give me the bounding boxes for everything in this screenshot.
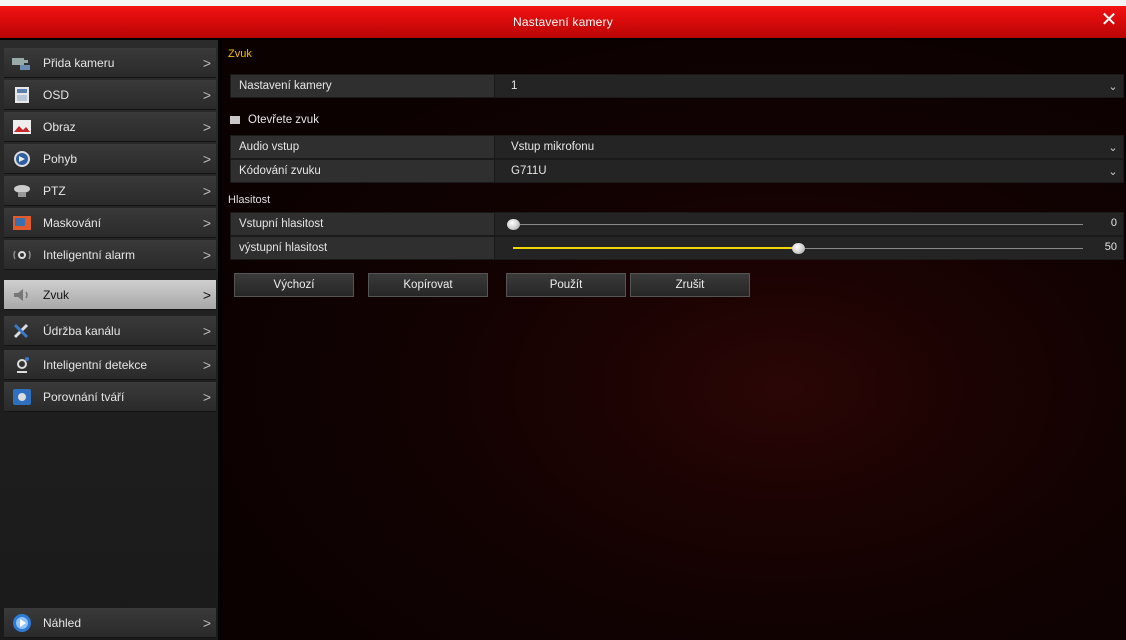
window-title: Nastavení kamery: [513, 15, 613, 29]
section-title: Zvuk: [228, 48, 252, 60]
field-label: Kódování zvuku: [231, 160, 495, 182]
settings-panel: Zvuk Nastavení kamery 1 ⌄ Otevřete zvuk …: [222, 40, 1126, 640]
chevron-right-icon: >: [202, 322, 212, 339]
image-icon: [11, 118, 33, 136]
input-volume-row: Vstupní hlasitost 0: [230, 212, 1124, 236]
sidebar-item-label: OSD: [43, 87, 70, 102]
audio-encoding-row[interactable]: Kódování zvuku G711U ⌄: [230, 159, 1124, 183]
sidebar-item-osd[interactable]: OSD >: [4, 80, 216, 110]
osd-icon: [11, 86, 33, 104]
apply-button[interactable]: Použít: [506, 273, 626, 297]
default-button[interactable]: Výchozí: [234, 273, 354, 297]
camera-select-value[interactable]: 1: [495, 75, 1103, 97]
field-label: výstupní hlasitost: [231, 237, 495, 259]
sidebar-item-intelligent-detection[interactable]: Inteligentní detekce >: [4, 350, 216, 380]
open-audio-label: Otevřete zvuk: [248, 114, 319, 126]
close-icon[interactable]: ✕: [1098, 9, 1120, 31]
sidebar-item-label: Obraz: [43, 119, 76, 134]
volume-section-title: Hlasitost: [228, 194, 271, 206]
speaker-icon: [11, 286, 33, 304]
motion-icon: [11, 150, 33, 168]
chevron-right-icon: >: [202, 286, 212, 303]
chevron-right-icon: >: [202, 86, 212, 103]
output-volume-slider[interactable]: 50: [495, 237, 1123, 259]
sidebar: Přida kameru > OSD > Obraz > Pohyb > PTZ…: [0, 40, 220, 640]
chevron-right-icon: >: [202, 614, 212, 631]
field-label: Audio vstup: [231, 136, 495, 158]
sidebar-item-label: Inteligentní alarm: [43, 247, 136, 262]
sidebar-item-intelligent-alarm[interactable]: Inteligentní alarm >: [4, 240, 216, 270]
preview-icon: [11, 613, 33, 632]
copy-button[interactable]: Kopírovat: [368, 273, 488, 297]
tools-icon: [11, 322, 33, 340]
field-label: Nastavení kamery: [231, 75, 495, 97]
detection-icon: [11, 356, 33, 374]
camera-setting-row[interactable]: Nastavení kamery 1 ⌄: [230, 74, 1124, 98]
input-volume-value: 0: [1110, 217, 1117, 229]
sidebar-item-label: Přida kameru: [43, 55, 115, 70]
sidebar-item-sound[interactable]: Zvuk >: [4, 280, 216, 310]
chevron-down-icon[interactable]: ⌄: [1103, 136, 1123, 158]
sidebar-item-label: Porovnání tváří: [43, 389, 125, 404]
sidebar-item-motion[interactable]: Pohyb >: [4, 144, 216, 174]
sidebar-item-label: Inteligentní detekce: [43, 357, 148, 372]
chevron-right-icon: >: [202, 182, 212, 199]
slider-track: [513, 224, 1083, 225]
open-audio-checkbox[interactable]: [230, 116, 240, 124]
sidebar-item-add-camera[interactable]: Přida kameru >: [4, 48, 216, 78]
chevron-down-icon[interactable]: ⌄: [1103, 75, 1123, 97]
sidebar-item-label: Zvuk: [43, 287, 70, 302]
chevron-down-icon[interactable]: ⌄: [1103, 160, 1123, 182]
audio-encoding-select-value[interactable]: G711U: [495, 160, 1103, 182]
camera-icon: [11, 54, 33, 72]
sidebar-item-label: Náhled: [43, 615, 82, 630]
sidebar-item-label: Pohyb: [43, 151, 78, 166]
sidebar-item-face-comparison[interactable]: Porovnání tváří >: [4, 382, 216, 412]
sidebar-item-masking[interactable]: Maskování >: [4, 208, 216, 238]
open-audio-option[interactable]: Otevřete zvuk: [230, 114, 319, 126]
ptz-icon: [11, 182, 33, 200]
output-volume-value: 50: [1104, 241, 1117, 253]
chevron-right-icon: >: [202, 356, 212, 373]
slider-fill: [513, 247, 798, 249]
sidebar-item-label: Údržba kanálu: [43, 323, 121, 338]
sidebar-item-ptz[interactable]: PTZ >: [4, 176, 216, 206]
sidebar-item-label: PTZ: [43, 183, 66, 198]
sidebar-item-image[interactable]: Obraz >: [4, 112, 216, 142]
cancel-button[interactable]: Zrušit: [630, 273, 750, 297]
chevron-right-icon: >: [202, 246, 212, 263]
slider-knob[interactable]: [507, 219, 520, 230]
audio-input-row[interactable]: Audio vstup Vstup mikrofonu ⌄: [230, 135, 1124, 159]
alarm-icon: [11, 246, 33, 264]
chevron-right-icon: >: [202, 150, 212, 167]
chevron-right-icon: >: [202, 118, 212, 135]
input-volume-slider[interactable]: 0: [495, 213, 1123, 235]
chevron-right-icon: >: [202, 214, 212, 231]
mask-icon: [11, 214, 33, 232]
sidebar-item-preview[interactable]: Náhled >: [4, 608, 216, 638]
output-volume-row: výstupní hlasitost 50: [230, 236, 1124, 260]
sidebar-item-label: Maskování: [43, 215, 102, 230]
slider-knob[interactable]: [792, 243, 805, 254]
audio-input-select-value[interactable]: Vstup mikrofonu: [495, 136, 1103, 158]
title-bar: Nastavení kamery ✕: [0, 6, 1126, 38]
face-icon: [11, 388, 33, 406]
field-label: Vstupní hlasitost: [231, 213, 495, 235]
chevron-right-icon: >: [202, 54, 212, 71]
chevron-right-icon: >: [202, 388, 212, 405]
sidebar-item-channel-maintenance[interactable]: Údržba kanálu >: [4, 316, 216, 346]
